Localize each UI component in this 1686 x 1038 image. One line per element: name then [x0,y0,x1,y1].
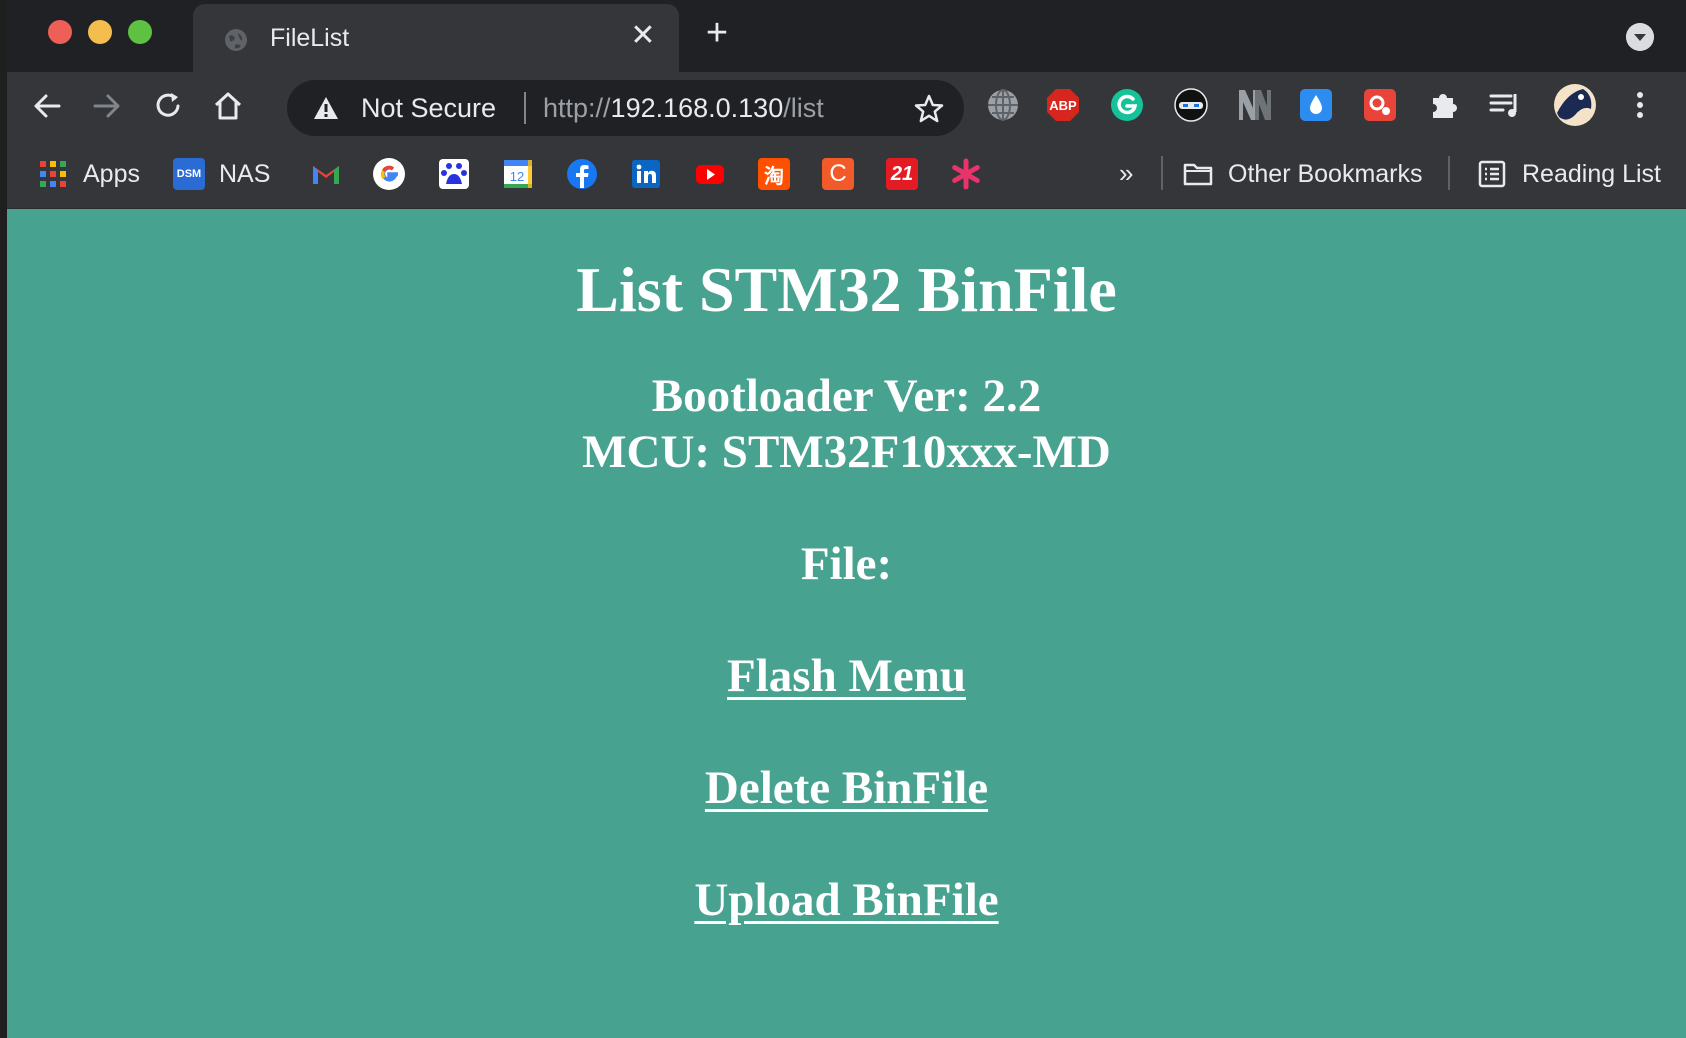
taobao-bookmark[interactable]: 淘 [758,156,790,192]
other-bookmarks-label: Other Bookmarks [1228,159,1423,188]
browser-menu-icon[interactable] [1626,86,1654,124]
reading-list-queue-icon[interactable] [1487,86,1525,124]
window-maximize-button[interactable] [128,20,152,44]
apps-grid-icon [40,161,66,187]
taobao-icon: 淘 [758,158,790,190]
upload-binfile-link[interactable]: Upload BinFile [694,874,998,926]
bookmarks-overflow-icon[interactable]: » [1119,158,1133,189]
google-icon[interactable] [372,157,406,191]
21-icon: 21 [886,158,918,190]
c-icon: C [822,158,854,190]
adblock-plus-icon[interactable]: ABP [1044,86,1082,124]
bookmark-star-icon[interactable] [913,93,945,125]
abp-icon-text: ABP [1049,98,1077,113]
google-calendar-icon[interactable]: 12 [502,158,534,190]
bookmarks-bar: Apps DSM NAS 12 淘 C 21 » Other Bookmarks… [7,140,1686,209]
delete-binfile-link[interactable]: Delete BinFile [705,762,988,814]
bookmarks-divider [1161,156,1163,190]
tab-filelist[interactable]: FileList ✕ [193,4,679,72]
reading-list-label: Reading List [1522,159,1661,188]
other-bookmarks-folder[interactable]: Other Bookmarks [1182,156,1423,192]
page-title: List STM32 BinFile [576,254,1117,325]
folder-icon [1183,163,1213,186]
home-icon[interactable] [210,88,246,124]
browser-window: FileList ✕ + Not Secure http://192.168.0… [7,0,1686,1038]
page-content: List STM32 BinFile Bootloader Ver: 2.2 M… [7,209,1686,1038]
reload-icon[interactable] [150,88,186,124]
tab-title: FileList [270,24,350,52]
security-status-label[interactable]: Not Secure [361,93,496,124]
url-text[interactable]: http://192.168.0.130/list [543,93,824,124]
upload-binfile-item: Upload BinFile [7,873,1686,927]
tab-close-icon[interactable]: ✕ [625,18,661,54]
c-bookmark[interactable]: C [822,156,854,192]
nn-extension-icon[interactable] [1235,86,1273,124]
window-edge [0,0,7,1038]
forward-arrow-icon[interactable] [89,88,125,124]
file-label: File: [800,538,893,590]
profile-avatar[interactable] [1553,83,1597,127]
flash-menu-item: Flash Menu [7,649,1686,703]
ninja-extension-icon[interactable] [1172,86,1210,124]
bookmark-apps-label: Apps [83,159,140,188]
browser-toolbar: Not Secure http://192.168.0.130/list ABP [7,72,1686,140]
address-bar[interactable]: Not Secure http://192.168.0.130/list [287,80,964,136]
back-arrow-icon[interactable] [29,88,65,124]
grammarly-icon[interactable] [1108,86,1146,124]
window-close-button[interactable] [48,20,72,44]
flash-menu-link[interactable]: Flash Menu [727,650,966,702]
bootloader-version: Bootloader Ver: 2.2 [651,370,1042,422]
url-host: 192.168.0.130 [610,93,784,123]
tab-search-icon[interactable] [1626,23,1654,51]
bookmark-apps[interactable]: Apps [37,156,140,192]
globe-favicon-icon [225,29,247,51]
warning-triangle-icon[interactable] [313,96,339,120]
asterisk-bookmark-icon[interactable] [950,158,982,190]
linkedin-icon[interactable] [630,158,662,190]
mcu-info: MCU: STM32F10xxx-MD [582,426,1111,478]
reading-list-icon [1478,160,1506,188]
bookmarks-divider [1448,156,1450,190]
dsm-icon: DSM [173,158,205,190]
address-bar-divider [524,92,526,124]
21-bookmark[interactable]: 21 [886,156,918,192]
globe-extension-icon[interactable] [984,86,1022,124]
url-scheme: http:// [543,93,611,123]
bookmark-nas[interactable]: DSM NAS [173,156,270,192]
new-tab-button[interactable]: + [697,14,737,54]
baidu-icon[interactable] [438,158,470,190]
extensions-puzzle-icon[interactable] [1425,86,1463,124]
facebook-icon[interactable] [566,158,598,190]
youtube-icon[interactable] [694,158,726,190]
red-settings-extension-icon[interactable] [1361,86,1399,124]
reading-list-button[interactable]: Reading List [1476,156,1661,192]
window-minimize-button[interactable] [88,20,112,44]
delete-binfile-item: Delete BinFile [7,761,1686,815]
bookmark-nas-label: NAS [219,159,271,188]
tab-strip: FileList ✕ + [7,0,1686,72]
raindrop-icon[interactable] [1297,86,1335,124]
desktop-window: FileList ✕ + Not Secure http://192.168.0… [0,0,1686,1038]
calendar-icon-text: 12 [510,169,524,184]
url-path: /list [783,93,824,123]
gmail-icon[interactable] [310,158,342,190]
